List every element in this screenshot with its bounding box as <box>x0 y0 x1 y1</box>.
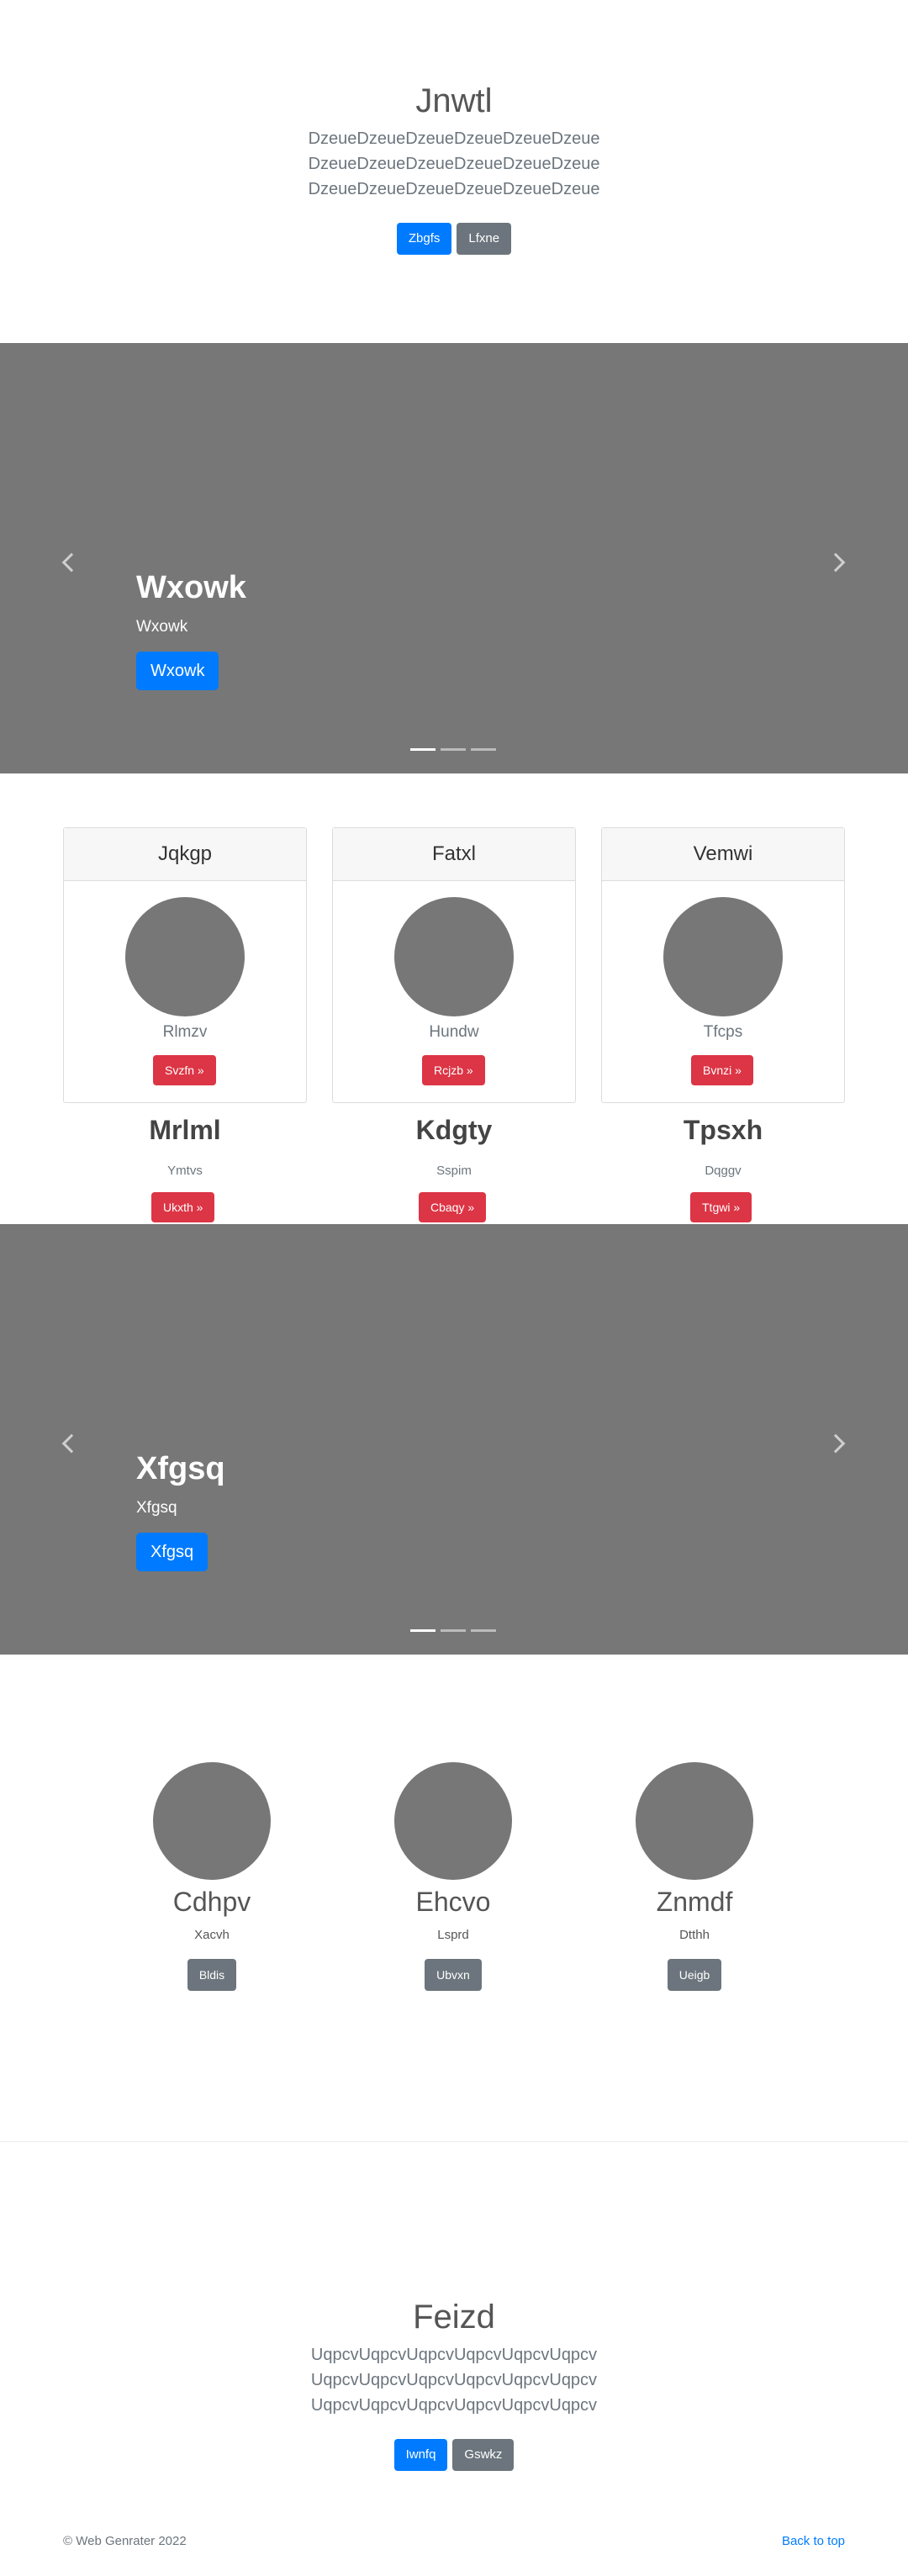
footer: © Web Genrater 2022 Back to top <box>0 2509 908 2576</box>
card-header: Jqkgp <box>64 828 306 881</box>
carousel-indicator[interactable] <box>471 748 496 751</box>
carousel-button[interactable]: Xfgsq <box>136 1533 209 1571</box>
carousel-indicators <box>410 1629 496 1632</box>
column-title: Tpsxh <box>683 1115 763 1145</box>
card: Fatxl Hundw Rcjzb » <box>332 827 576 1103</box>
marketing-title: Cdhpv <box>172 1887 251 1917</box>
column-title: Mrlml <box>149 1115 221 1145</box>
cards-section: Jqkgp Rlmzv Svzfn » Fatxl Hundw Rcjzb » … <box>0 773 908 1224</box>
jumbotron-lead-line: DzeueDzeueDzeueDzeueDzeueDzeue <box>308 180 600 198</box>
chevron-right-icon[interactable] <box>826 550 851 575</box>
carousel-indicators <box>410 748 496 751</box>
card-header: Vemwi <box>602 828 844 881</box>
column-button[interactable]: Ttgwi » <box>690 1192 752 1222</box>
card-subtitle: Rlmzv <box>162 1023 208 1041</box>
carousel-caption: Xfgsq Xfgsq Xfgsq <box>136 1451 225 1571</box>
copyright-text: © Web Genrater 2022 <box>63 2534 187 2548</box>
jumbotron-lead-line: UqpcvUqpcvUqpcvUqpcvUqpcvUqpcv <box>310 2371 598 2389</box>
card-subtitle: Tfcps <box>703 1023 743 1041</box>
marketing-title: Znmdf <box>656 1887 733 1917</box>
marketing-subtitle: Dtthh <box>679 1928 710 1942</box>
carousel-title: Wxowk <box>136 570 246 605</box>
placeholder-image <box>125 897 245 1016</box>
chevron-left-icon[interactable] <box>55 1431 81 1456</box>
primary-action-button[interactable]: Iwnfq <box>393 2439 448 2471</box>
marketing-title: Ehcvo <box>415 1887 491 1917</box>
carousel-button[interactable]: Wxowk <box>136 652 219 690</box>
carousel-text: Wxowk <box>136 618 188 636</box>
card-header: Fatxl <box>333 828 575 881</box>
chevron-right-icon[interactable] <box>826 1431 851 1456</box>
carousel-caption: Wxowk Wxowk Wxowk <box>136 570 246 690</box>
marketing-column: Ehcvo Lsprd Ubvxn <box>335 1762 571 1991</box>
chevron-left-icon[interactable] <box>55 550 81 575</box>
card-button[interactable]: Bvnzi » <box>691 1055 753 1085</box>
placeholder-image <box>636 1762 753 1880</box>
carousel-indicator[interactable] <box>471 1629 496 1632</box>
column-subtitle: Dqggv <box>705 1164 742 1178</box>
jumbotron-title: Feizd <box>413 2299 495 2336</box>
jumbotron-lead-line: DzeueDzeueDzeueDzeueDzeueDzeue <box>308 129 600 148</box>
marketing-button[interactable]: Ubvxn <box>425 1959 482 1991</box>
card-subtitle: Hundw <box>429 1023 479 1041</box>
carousel-indicator[interactable] <box>410 1629 436 1632</box>
secondary-action-button[interactable]: Lfxne <box>457 223 512 255</box>
carousel-indicator[interactable] <box>441 748 466 751</box>
jumbotron-lead-line: UqpcvUqpcvUqpcvUqpcvUqpcvUqpcv <box>310 2346 598 2364</box>
jumbotron-lead-line: UqpcvUqpcvUqpcvUqpcvUqpcvUqpcv <box>310 2396 598 2415</box>
marketing-section: Cdhpv Xacvh Bldis Ehcvo Lsprd Ubvxn Znmd… <box>0 1655 908 2142</box>
back-to-top-link[interactable]: Back to top <box>782 2534 845 2548</box>
jumbotron-title: Jnwtl <box>415 82 493 119</box>
column-title: Kdgty <box>415 1115 493 1145</box>
marketing-column: Znmdf Dtthh Ueigb <box>577 1762 812 1991</box>
jumbotron-bottom: Feizd UqpcvUqpcvUqpcvUqpcvUqpcvUqpcv Uqp… <box>0 2142 908 2509</box>
carousel-2: Xfgsq Xfgsq Xfgsq <box>0 1224 908 1655</box>
card-button[interactable]: Rcjzb » <box>422 1055 485 1085</box>
column-subtitle: Sspim <box>436 1164 472 1178</box>
card: Vemwi Tfcps Bvnzi » <box>601 827 845 1103</box>
marketing-button[interactable]: Bldis <box>187 1959 237 1991</box>
carousel-indicator[interactable] <box>410 748 436 751</box>
carousel-text: Xfgsq <box>136 1499 177 1517</box>
column-button[interactable]: Cbaqy » <box>419 1192 487 1222</box>
column-button[interactable]: Ukxth » <box>151 1192 215 1222</box>
carousel-title: Xfgsq <box>136 1451 225 1486</box>
placeholder-image <box>663 897 783 1016</box>
column-subtitle: Ymtvs <box>167 1164 203 1178</box>
jumbotron-lead-line: DzeueDzeueDzeueDzeueDzeueDzeue <box>308 155 600 173</box>
card: Jqkgp Rlmzv Svzfn » <box>63 827 307 1103</box>
placeholder-image <box>394 1762 512 1880</box>
placeholder-image <box>153 1762 271 1880</box>
marketing-button[interactable]: Ueigb <box>667 1959 722 1991</box>
marketing-column: Cdhpv Xacvh Bldis <box>94 1762 330 1991</box>
carousel-indicator[interactable] <box>441 1629 466 1632</box>
jumbotron-top: Jnwtl DzeueDzeueDzeueDzeueDzeueDzeue Dze… <box>0 0 908 343</box>
carousel-1: Wxowk Wxowk Wxowk <box>0 343 908 773</box>
jumbotron-actions: Iwnfq Gswkz <box>0 2439 908 2471</box>
placeholder-image <box>394 897 514 1016</box>
jumbotron-actions: Zbgfs Lfxne <box>0 223 908 255</box>
marketing-subtitle: Xacvh <box>194 1928 230 1942</box>
card-button[interactable]: Svzfn » <box>153 1055 216 1085</box>
primary-action-button[interactable]: Zbgfs <box>396 223 452 255</box>
secondary-action-button[interactable]: Gswkz <box>452 2439 515 2471</box>
marketing-subtitle: Lsprd <box>437 1928 469 1942</box>
